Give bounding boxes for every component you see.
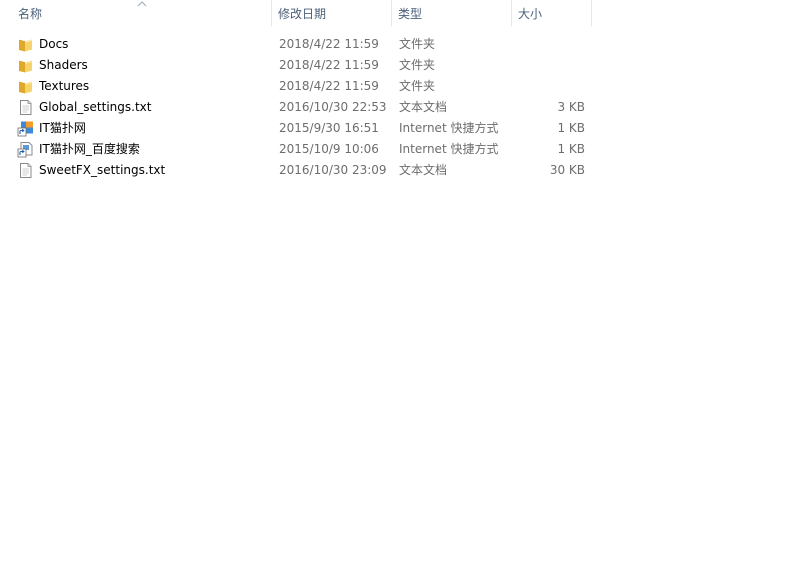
file-row[interactable]: IT猫扑网_百度搜索 2015/10/9 10:06 Internet 快捷方式… [14,139,594,160]
file-type: 文件夹 [399,58,436,72]
file-size: 30 KB [549,163,585,177]
file-type: 文件夹 [399,79,436,93]
file-size [514,76,585,97]
file-date: 2018/4/22 11:59 [279,37,379,51]
file-date: 2018/4/22 11:59 [279,79,379,93]
file-size: 1 KB [557,121,585,135]
text-file-icon [17,99,34,116]
file-name: IT猫扑网 [39,121,86,135]
file-size: 1 KB [557,142,585,156]
file-name: Docs [39,37,69,51]
file-name: Textures [39,79,90,93]
column-header-size[interactable]: 大小 [512,0,592,26]
file-size [514,55,585,76]
text-file-icon [17,162,34,179]
file-row[interactable]: Shaders 2018/4/22 11:59 文件夹 [14,55,594,76]
folder-icon [17,57,34,74]
folder-icon [17,78,34,95]
file-row[interactable]: Textures 2018/4/22 11:59 文件夹 [14,76,594,97]
file-row[interactable]: SweetFX_settings.txt 2016/10/30 23:09 文本… [14,160,594,181]
file-type: 文件夹 [399,37,436,51]
file-size: 3 KB [557,100,585,114]
column-header-type[interactable]: 类型 [392,0,512,26]
file-date: 2016/10/30 23:09 [279,163,387,177]
column-header-size-label: 大小 [518,7,543,21]
file-date: 2016/10/30 22:53 [279,100,387,114]
file-type: 文本文档 [399,163,448,177]
file-row[interactable]: IT猫扑网 2015/9/30 16:51 Internet 快捷方式 1 KB [14,118,594,139]
column-header-date-label: 修改日期 [278,7,327,21]
file-name: Shaders [39,58,88,72]
file-name: SweetFX_settings.txt [39,163,166,177]
file-type: Internet 快捷方式 [399,142,499,156]
column-header-date[interactable]: 修改日期 [272,0,392,26]
file-name: Global_settings.txt [39,100,152,114]
folder-icon [17,36,34,53]
file-date: 2015/9/30 16:51 [279,121,379,135]
column-header-bar: 名称 修改日期 类型 大小 [0,0,808,26]
file-type: 文本文档 [399,100,448,114]
file-row[interactable]: Global_settings.txt 2016/10/30 22:53 文本文… [14,97,594,118]
column-header-name-label: 名称 [18,7,43,21]
file-list-view: 名称 修改日期 类型 大小 Docs 2018/4/22 11:59 文件夹 S… [0,0,808,570]
internet-shortcut-icon [17,141,34,158]
file-date: 2015/10/9 10:06 [279,142,379,156]
file-row[interactable]: Docs 2018/4/22 11:59 文件夹 [14,34,594,55]
file-size [514,34,585,55]
file-type: Internet 快捷方式 [399,121,499,135]
file-date: 2018/4/22 11:59 [279,58,379,72]
column-header-type-label: 类型 [398,7,423,21]
sort-ascending-icon [137,1,147,7]
internet-shortcut-icon [17,120,34,137]
file-name: IT猫扑网_百度搜索 [39,142,140,156]
